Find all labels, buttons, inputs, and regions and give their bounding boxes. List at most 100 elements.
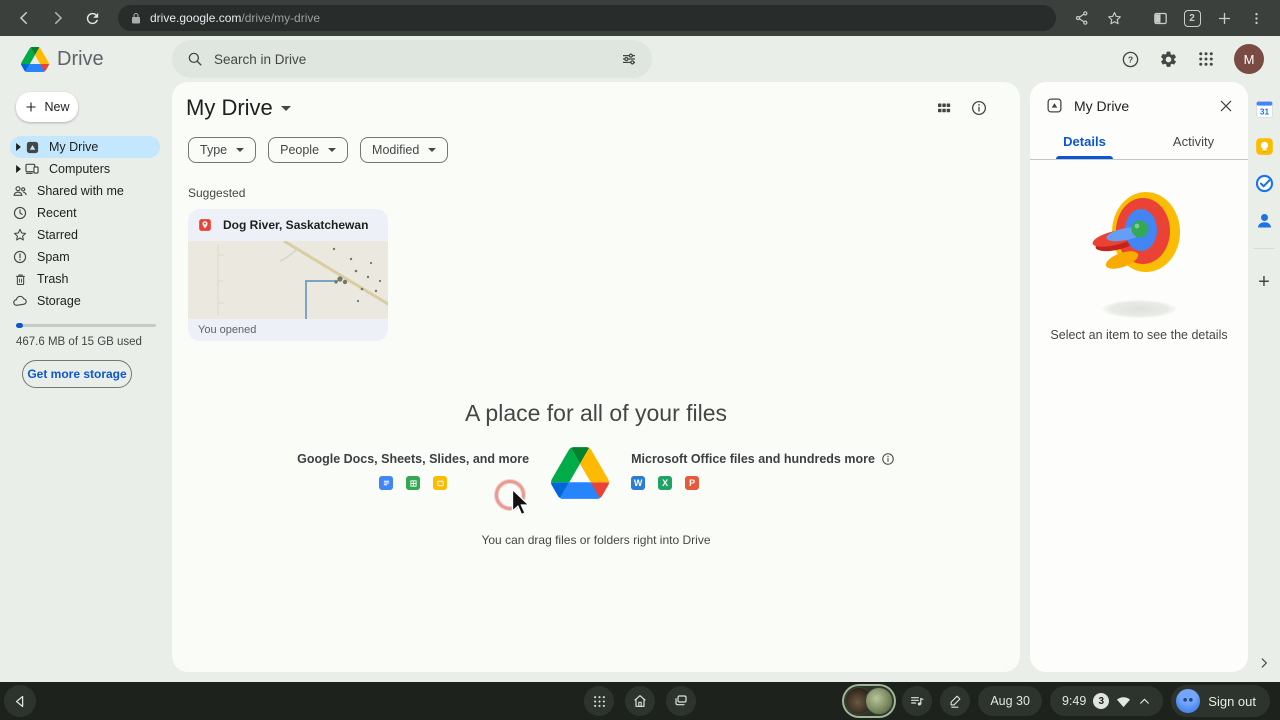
suggested-file-card[interactable]: Dog River, Saskatchewan You opened	[188, 209, 388, 341]
overview-button[interactable]	[666, 686, 696, 716]
calendar-icon[interactable]: 31	[1253, 98, 1275, 120]
close-panel-button[interactable]	[1218, 98, 1234, 114]
launcher-grid-icon	[592, 694, 607, 709]
media-controls-button[interactable]	[902, 686, 932, 716]
capture-thumbnail[interactable]	[865, 687, 893, 715]
sidebar-item-recent[interactable]: Recent	[10, 202, 160, 224]
mouse-cursor	[510, 488, 534, 518]
excel-file-icon: X	[658, 476, 672, 490]
sidebar-item-shared-with-me[interactable]: Shared with me	[10, 180, 160, 202]
sidebar-item-spam[interactable]: Spam	[10, 246, 160, 268]
details-illustration	[1074, 186, 1204, 282]
plus-icon	[24, 100, 38, 114]
screen-capture-previews[interactable]	[844, 686, 894, 716]
home-button[interactable]	[625, 686, 655, 716]
map-thumbnail	[188, 241, 388, 319]
new-tab-button[interactable]	[1210, 4, 1238, 32]
tab-switcher-button[interactable]: 2	[1178, 4, 1206, 32]
empty-state-heading: A place for all of your files	[172, 400, 1020, 427]
share-button[interactable]	[1068, 4, 1096, 32]
help-button[interactable]: ?	[1121, 50, 1140, 69]
filter-chip-modified[interactable]: Modified	[360, 137, 448, 163]
svg-text:31: 31	[1259, 106, 1269, 116]
new-button[interactable]: New	[16, 92, 78, 122]
sidebar-item-my-drive[interactable]: My Drive	[10, 136, 160, 158]
expand-caret-icon[interactable]	[12, 143, 24, 151]
kebab-menu-icon	[1249, 11, 1264, 26]
search-icon	[186, 50, 204, 68]
sidebar-item-trash[interactable]: Trash	[10, 268, 160, 290]
back-arrow-icon	[21, 13, 26, 24]
search-bar[interactable]	[172, 40, 652, 78]
storage-progress-fill	[16, 323, 23, 328]
filter-chip-people[interactable]: People	[268, 137, 348, 163]
get-addons-button[interactable]: +	[1258, 272, 1270, 292]
file-title: Dog River, Saskatchewan	[223, 218, 368, 232]
info-icon[interactable]	[881, 452, 895, 466]
playlist-music-icon	[909, 693, 925, 709]
grid-view-icon	[935, 99, 953, 117]
details-panel-title: My Drive	[1074, 98, 1129, 114]
chevron-down-icon	[428, 148, 436, 152]
bookmark-button[interactable]	[1100, 4, 1128, 32]
date-pill[interactable]: Aug 30	[978, 686, 1042, 716]
help-icon: ?	[1121, 50, 1140, 69]
address-bar[interactable]: drive.google.com/drive/my-drive	[118, 5, 1056, 31]
shelf-back-button[interactable]	[4, 685, 36, 717]
google-sheets-icon	[406, 476, 420, 490]
word-file-icon: W	[631, 476, 645, 490]
tasks-icon[interactable]	[1253, 172, 1275, 194]
stylus-tools-button[interactable]	[940, 686, 970, 716]
rail-divider	[1253, 248, 1275, 249]
back-triangle-icon	[12, 693, 29, 710]
collapse-rail-button[interactable]	[1248, 656, 1280, 670]
page-title[interactable]: My Drive	[186, 95, 273, 121]
google-files-group: Google Docs, Sheets, Slides, and more	[297, 447, 529, 490]
grid-view-button[interactable]	[935, 99, 953, 117]
sidebar-item-computers[interactable]: Computers	[10, 158, 160, 180]
sign-out-button[interactable]: Sign out	[1171, 685, 1270, 717]
chevron-down-icon	[328, 148, 336, 152]
drive-brand[interactable]: Drive	[0, 47, 172, 72]
title-dropdown-caret-icon[interactable]	[281, 106, 291, 111]
browser-reload-button[interactable]	[78, 4, 106, 32]
filter-chip-type[interactable]: Type	[188, 137, 256, 163]
launcher-button[interactable]	[584, 686, 614, 716]
search-options-icon[interactable]	[620, 50, 638, 68]
sidebar-item-starred[interactable]: Starred	[10, 224, 160, 246]
computers-icon	[24, 161, 40, 177]
home-icon	[632, 693, 648, 709]
url-text: drive.google.com/drive/my-drive	[150, 11, 320, 25]
keep-icon[interactable]	[1253, 135, 1275, 157]
storage-cloud-icon	[12, 293, 28, 309]
account-avatar[interactable]: M	[1234, 44, 1264, 74]
tab-activity[interactable]: Activity	[1139, 124, 1248, 159]
contacts-icon[interactable]	[1253, 209, 1275, 231]
browser-forward-button[interactable]	[44, 4, 72, 32]
lock-icon	[130, 12, 142, 25]
sidebar: New My Drive Computers Shared with me Re…	[0, 82, 172, 682]
get-more-storage-button[interactable]: Get more storage	[22, 360, 132, 388]
search-input[interactable]	[214, 52, 610, 67]
my-drive-icon	[24, 139, 40, 155]
shared-with-me-icon	[12, 183, 28, 199]
chevron-right-icon	[1257, 656, 1271, 670]
svg-text:?: ?	[1128, 54, 1133, 64]
drive-logo-large-icon	[551, 447, 609, 499]
sidebar-item-storage[interactable]: Storage	[10, 290, 160, 312]
drive-logo-icon	[21, 47, 49, 72]
empty-state: A place for all of your files Google Doc…	[172, 400, 1020, 547]
settings-button[interactable]	[1159, 50, 1178, 69]
google-docs-icon	[379, 476, 393, 490]
browser-menu-button[interactable]	[1242, 4, 1270, 32]
expand-caret-icon[interactable]	[12, 165, 24, 173]
reload-icon	[84, 10, 101, 27]
view-details-button[interactable]	[970, 99, 988, 117]
notification-badge: 3	[1093, 693, 1109, 709]
browser-back-button[interactable]	[10, 4, 38, 32]
tab-details[interactable]: Details	[1030, 124, 1139, 159]
side-panel-button[interactable]	[1146, 4, 1174, 32]
status-tray[interactable]: 9:49 3	[1050, 686, 1163, 716]
map-file-icon	[198, 218, 212, 232]
google-apps-button[interactable]	[1197, 50, 1215, 68]
